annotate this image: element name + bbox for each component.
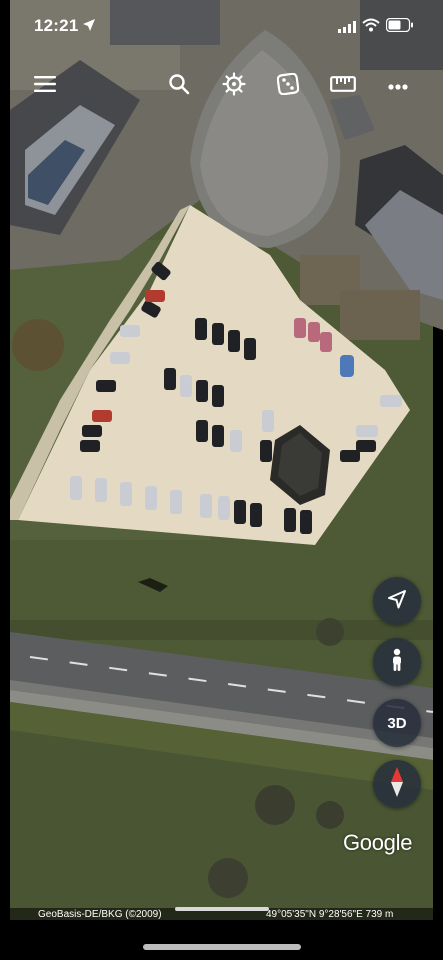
feeling-lucky-button[interactable] bbox=[272, 70, 304, 102]
my-location-button[interactable] bbox=[373, 577, 421, 625]
status-bar: 12:21 bbox=[0, 0, 443, 52]
ruler-icon bbox=[330, 75, 356, 97]
google-logo: Google bbox=[343, 830, 413, 855]
battery-icon bbox=[385, 17, 414, 37]
pegman-icon bbox=[389, 648, 405, 677]
more-icon bbox=[388, 77, 408, 95]
compass-button[interactable] bbox=[373, 760, 421, 808]
location-services-icon bbox=[82, 18, 96, 37]
street-view-button[interactable] bbox=[373, 638, 421, 686]
home-indicator[interactable] bbox=[143, 944, 301, 950]
search-icon bbox=[168, 73, 190, 100]
coordinates-readout: 49°05'35"N 9°28'56"E 739 m bbox=[266, 909, 394, 920]
dice-icon bbox=[276, 72, 300, 100]
wifi-icon bbox=[362, 18, 380, 37]
more-button[interactable] bbox=[382, 70, 414, 102]
voyager-wheel-icon bbox=[222, 71, 246, 101]
satellite-map[interactable] bbox=[0, 0, 443, 960]
measure-button[interactable] bbox=[327, 70, 359, 102]
voyager-button[interactable] bbox=[218, 70, 250, 102]
toggle-3d-button[interactable]: 3D bbox=[373, 699, 421, 747]
menu-icon bbox=[34, 75, 56, 97]
menu-button[interactable] bbox=[29, 70, 61, 102]
location-arrow-icon bbox=[387, 589, 407, 614]
status-time: 12:21 bbox=[34, 16, 79, 35]
screen: 12:21 3D Google GeoBasis-DE/BKG (©2009) … bbox=[0, 0, 443, 960]
attribution-text: GeoBasis-DE/BKG (©2009) bbox=[38, 909, 162, 920]
search-button[interactable] bbox=[163, 70, 195, 102]
toggle-3d-label: 3D bbox=[387, 714, 407, 732]
compass-icon bbox=[390, 766, 404, 803]
scroll-indicator bbox=[175, 907, 269, 911]
cellular-signal-icon bbox=[338, 20, 356, 38]
